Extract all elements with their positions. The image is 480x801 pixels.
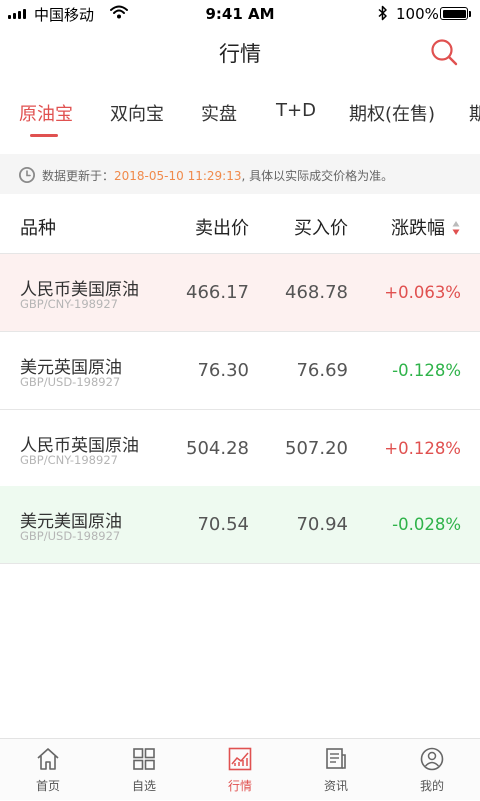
tabbar-label: 资讯 bbox=[323, 779, 348, 793]
row-change: +0.128% bbox=[384, 439, 461, 458]
row-code: GBP/CNY-198927 bbox=[20, 453, 118, 467]
header-change-sort[interactable]: 涨跌幅 bbox=[391, 214, 445, 240]
table-row[interactable]: 人民币英国原油 GBP/CNY-198927 504.28 507.20 +0.… bbox=[0, 410, 480, 488]
row-buy-price: 468.78 bbox=[285, 282, 348, 303]
category-tabs: 原油宝 双向宝 实盘 T+D 期权(在售) 期 bbox=[0, 88, 480, 138]
page-title: 行情 bbox=[219, 42, 261, 66]
row-change: -0.128% bbox=[392, 361, 461, 380]
table-header: 品种 卖出价 买入价 涨跌幅 bbox=[0, 196, 480, 254]
row-sell-price: 504.28 bbox=[186, 438, 249, 459]
news-icon bbox=[326, 748, 346, 769]
row-code: GBP/USD-198927 bbox=[20, 529, 121, 543]
tabbar-label: 行情 bbox=[227, 779, 252, 793]
tab-two-way-treasure[interactable]: 双向宝 bbox=[110, 100, 164, 126]
row-buy-price: 507.20 bbox=[285, 438, 348, 459]
row-change: -0.028% bbox=[392, 515, 461, 534]
battery-percentage: 100% bbox=[396, 5, 439, 23]
active-tab-indicator bbox=[30, 134, 58, 137]
header-variety: 品种 bbox=[20, 218, 56, 239]
tabbar-profile[interactable]: 我的 bbox=[384, 739, 480, 801]
notice-suffix: , 具体以实际成交价格为准。 bbox=[241, 169, 394, 183]
notice-prefix: 数据更新于： bbox=[42, 169, 115, 183]
tab-t-plus-d[interactable]: T+D bbox=[276, 100, 316, 121]
status-bar: 中国移动 9:41 AM 100% bbox=[0, 0, 480, 28]
table-row[interactable]: 美元美国原油 GBP/USD-198927 70.54 70.94 -0.028… bbox=[0, 486, 480, 564]
tabbar-watchlist[interactable]: 自选 bbox=[96, 739, 192, 801]
notice-update-time: 2018-05-10 11:29:13 bbox=[114, 169, 242, 183]
search-button[interactable] bbox=[428, 36, 462, 70]
search-icon bbox=[431, 39, 458, 66]
row-buy-price: 76.69 bbox=[296, 360, 348, 381]
tabbar-news[interactable]: 资讯 bbox=[288, 739, 384, 801]
bluetooth-icon bbox=[378, 5, 388, 25]
chart-icon bbox=[228, 747, 252, 771]
row-sell-price: 76.30 bbox=[197, 360, 249, 381]
table-row[interactable]: 人民币美国原油 GBP/CNY-198927 466.17 468.78 +0.… bbox=[0, 254, 480, 332]
header-sell-price: 卖出价 bbox=[195, 218, 249, 239]
tab-options-on-sale[interactable]: 期权(在售) bbox=[349, 100, 435, 126]
row-change: +0.063% bbox=[384, 283, 461, 302]
row-buy-price: 70.94 bbox=[296, 514, 348, 535]
tabbar-home[interactable]: 首页 bbox=[0, 739, 96, 801]
row-sell-price: 466.17 bbox=[186, 282, 249, 303]
notice-text: 数据更新于：2018-05-10 11:29:13, 具体以实际成交价格为准。 bbox=[42, 167, 393, 184]
tabbar-label: 自选 bbox=[131, 779, 156, 793]
sort-icon[interactable] bbox=[452, 220, 460, 236]
user-icon bbox=[420, 747, 444, 771]
table-row[interactable]: 美元英国原油 GBP/USD-198927 76.30 76.69 -0.128… bbox=[0, 332, 480, 410]
grid-icon bbox=[133, 748, 155, 770]
bottom-tab-bar: 首页 自选 行情 资讯 我的 bbox=[0, 738, 480, 800]
row-sell-price: 70.54 bbox=[197, 514, 249, 535]
update-notice: 数据更新于：2018-05-10 11:29:13, 具体以实际成交价格为准。 bbox=[0, 154, 480, 194]
tabbar-label: 我的 bbox=[419, 779, 444, 793]
row-code: GBP/CNY-198927 bbox=[20, 297, 118, 311]
home-icon bbox=[37, 748, 59, 770]
clock-icon bbox=[19, 167, 35, 183]
battery-icon bbox=[440, 7, 468, 20]
row-code: GBP/USD-198927 bbox=[20, 375, 121, 389]
header-buy-price: 买入价 bbox=[294, 218, 348, 239]
tab-more[interactable]: 期 bbox=[469, 100, 480, 126]
tabbar-market[interactable]: 行情 bbox=[192, 739, 288, 801]
tab-real-trading[interactable]: 实盘 bbox=[201, 100, 237, 126]
tab-crude-oil-treasure[interactable]: 原油宝 bbox=[19, 100, 73, 126]
tabbar-label: 首页 bbox=[35, 779, 60, 793]
